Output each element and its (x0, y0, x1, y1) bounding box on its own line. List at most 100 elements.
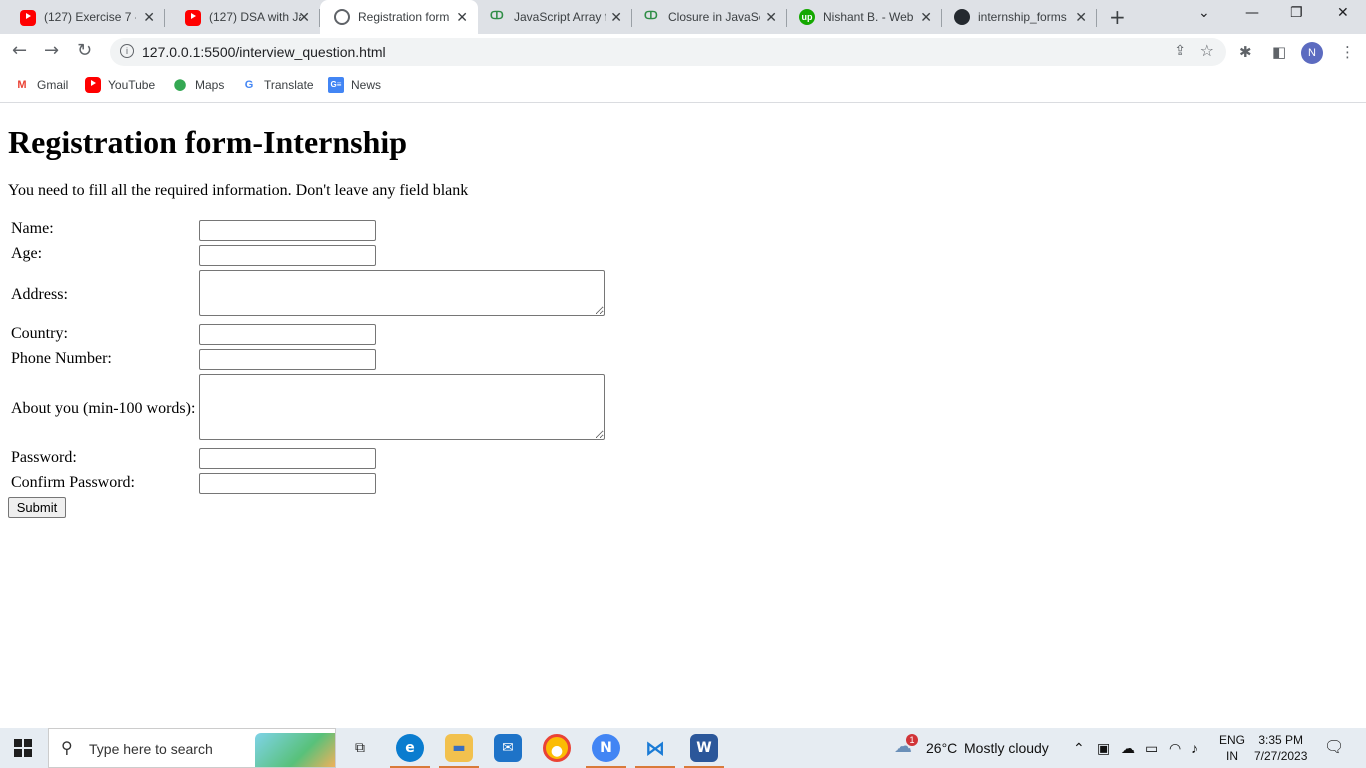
tab-strip: (127) Exercise 7 - ✕ (127) DSA with Ja ✕… (0, 0, 1366, 34)
weather-badge: 1 (906, 734, 918, 746)
tab-github[interactable]: internship_forms ✕ (942, 0, 1097, 34)
geeksforgeeks-icon: ↀ (490, 10, 504, 22)
submit-button[interactable]: Submit (8, 497, 66, 518)
file-explorer-icon[interactable]: ▬ (439, 734, 479, 768)
tab-title: Registration form (358, 10, 450, 24)
site-info-icon[interactable]: i (120, 44, 134, 58)
name-input[interactable] (199, 220, 376, 241)
vscode-icon[interactable]: ⋈ (635, 734, 675, 768)
confirm-password-label: Confirm Password: (11, 474, 135, 491)
gmail-icon: M (17, 79, 27, 91)
close-tab-icon[interactable]: ✕ (610, 9, 622, 26)
close-tab-icon[interactable]: ✕ (920, 9, 932, 26)
bookmark-maps[interactable]: ⬤ Maps (172, 77, 225, 93)
bookmark-label: Translate (264, 78, 314, 92)
maps-icon: ⬤ (173, 79, 187, 91)
wifi-icon[interactable]: ◠ (1169, 740, 1181, 757)
tab-title: (127) DSA with Ja (209, 10, 301, 24)
password-input[interactable] (199, 448, 376, 469)
bookmark-label: YouTube (108, 78, 156, 92)
phone-input[interactable] (199, 349, 376, 370)
browser-toolbar: ← → ↻ i 127.0.0.1:5500/interview_questio… (0, 34, 1366, 70)
upwork-icon: up (799, 9, 815, 25)
page-title: Registration form-Internship (8, 124, 408, 160)
side-panel-icon[interactable]: ◧ (1272, 43, 1286, 61)
bookmark-label: Gmail (37, 78, 69, 92)
bookmark-gmail[interactable]: M Gmail (14, 77, 68, 93)
taskbar-search-box[interactable]: ⚲ Type here to search (48, 728, 336, 768)
bookmark-label: News (351, 78, 382, 92)
taskbar-clock[interactable]: 3:35 PM 7/27/2023 (1254, 732, 1307, 764)
tab-youtube-dsa[interactable]: (127) DSA with Ja ✕ (165, 0, 320, 34)
language-indicator[interactable]: ENG IN (1219, 732, 1245, 764)
weather-temp[interactable]: 26°C (926, 740, 957, 756)
edge-icon[interactable]: e (390, 734, 430, 768)
country-label: Country: (11, 325, 68, 342)
bookmarks-bar: M Gmail YouTube ⬤ Maps G Translate G≡ Ne… (0, 70, 1366, 103)
page-content: Registration form-Internship You need to… (0, 103, 1366, 728)
chrome-profile-icon[interactable]: N (586, 734, 626, 768)
profile-avatar[interactable]: N (1301, 42, 1323, 64)
name-label: Name: (11, 220, 54, 237)
bookmark-news[interactable]: G≡ News (328, 77, 381, 93)
tab-title: Closure in JavaSc (668, 10, 760, 24)
bookmark-star-icon[interactable]: ☆ (1200, 41, 1214, 60)
tab-closure[interactable]: ↀ Closure in JavaSc ✕ (632, 0, 787, 34)
search-placeholder: Type here to search (89, 741, 213, 757)
weather-condition[interactable]: Mostly cloudy (964, 740, 1049, 756)
language-code: ENG (1219, 733, 1246, 747)
confirm-password-input[interactable] (199, 473, 376, 494)
address-url[interactable]: 127.0.0.1:5500/interview_question.html (142, 44, 386, 60)
address-label: Address: (11, 286, 68, 303)
close-tab-icon[interactable]: ✕ (456, 9, 468, 26)
github-icon (954, 9, 970, 25)
tab-registration-form[interactable]: Registration form ✕ (320, 0, 478, 34)
tab-youtube-exercise[interactable]: (127) Exercise 7 - ✕ (0, 0, 165, 34)
about-textarea[interactable] (199, 374, 605, 440)
address-textarea[interactable] (199, 270, 605, 316)
country-input[interactable] (199, 324, 376, 345)
tab-upwork[interactable]: up Nishant B. - Web ✕ (787, 0, 942, 34)
tab-search-icon[interactable]: ⌄ (1198, 5, 1210, 21)
bookmark-youtube[interactable]: YouTube (85, 77, 155, 93)
forward-button[interactable]: → (44, 40, 59, 61)
close-tab-icon[interactable]: ✕ (298, 9, 310, 26)
close-tab-icon[interactable]: ✕ (1075, 9, 1087, 26)
clock-date: 7/27/2023 (1254, 749, 1308, 763)
clock-time: 3:35 PM (1258, 733, 1304, 747)
onedrive-icon[interactable]: ☁ (1121, 740, 1135, 757)
windows-taskbar: ⚲ Type here to search ⧉ e ▬ ✉ ● N ⋈ W ☁ … (0, 728, 1366, 768)
new-tab-button[interactable]: + (1109, 5, 1126, 29)
back-button[interactable]: ← (12, 40, 27, 61)
close-window-button[interactable]: ✕ (1337, 5, 1349, 21)
bookmark-translate[interactable]: G Translate (241, 77, 314, 93)
search-icon: ⚲ (61, 738, 73, 757)
age-input[interactable] (199, 245, 376, 266)
minimize-button[interactable]: — (1245, 5, 1259, 21)
chevron-up-icon[interactable]: ⌃ (1073, 740, 1085, 757)
windows-start-icon[interactable] (14, 739, 32, 757)
language-region: IN (1226, 749, 1238, 763)
news-icon: G≡ (328, 77, 344, 93)
task-view-icon[interactable]: ⧉ (346, 734, 374, 762)
close-tab-icon[interactable]: ✕ (143, 9, 155, 26)
meet-icon[interactable]: ▣ (1097, 740, 1110, 757)
youtube-icon (185, 10, 201, 26)
mail-icon[interactable]: ✉ (494, 734, 522, 762)
share-icon[interactable]: ⇪ (1174, 43, 1186, 59)
reload-button[interactable]: ↻ (77, 40, 92, 61)
restore-button[interactable]: ❐ (1290, 5, 1303, 21)
battery-icon[interactable]: ▭ (1145, 740, 1158, 757)
notifications-icon[interactable]: 🗨 (1324, 737, 1344, 757)
tab-js-array[interactable]: ↀ JavaScript Array f ✕ (478, 0, 632, 34)
address-bar[interactable]: i 127.0.0.1:5500/interview_question.html… (110, 38, 1226, 66)
close-tab-icon[interactable]: ✕ (765, 9, 777, 26)
search-highlight-art (255, 733, 335, 767)
password-label: Password: (11, 449, 77, 466)
geeksforgeeks-icon: ↀ (644, 10, 658, 22)
volume-icon[interactable]: ♪ (1191, 740, 1198, 756)
extensions-icon[interactable]: ✱ (1239, 43, 1252, 61)
word-icon[interactable]: W (684, 734, 724, 768)
menu-icon[interactable]: ⋮ (1340, 43, 1355, 61)
chrome-icon[interactable]: ● (543, 734, 571, 762)
